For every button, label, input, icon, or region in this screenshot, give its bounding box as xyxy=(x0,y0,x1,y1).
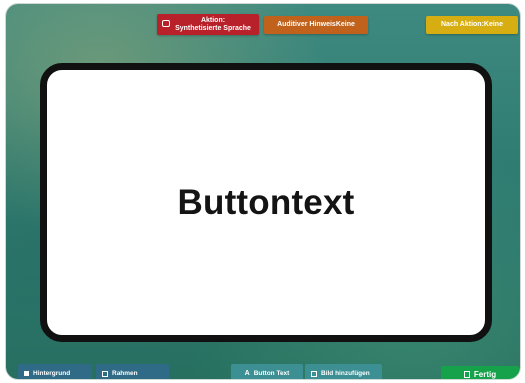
frame-label: Rahmen xyxy=(112,370,138,377)
done-label: Fertig xyxy=(473,370,497,379)
speech-bubble-icon xyxy=(162,20,170,27)
button-card-text: Buttontext xyxy=(177,182,355,222)
add-image-label: Bild hinzufügen xyxy=(321,370,370,377)
frame-icon xyxy=(102,370,108,377)
button-text-label: Button Text xyxy=(253,370,290,377)
frame-button[interactable]: Rahmen xyxy=(96,364,169,379)
after-action-label: Nach Aktion:Keine xyxy=(441,21,503,28)
background-button[interactable]: Hintergrund xyxy=(18,364,92,379)
editor-screen: Aktion: Synthetisierte Sprache Auditiver… xyxy=(6,4,520,379)
text-icon: A xyxy=(244,370,250,377)
add-image-button[interactable]: Bild hinzufügen xyxy=(305,364,382,379)
audio-hint-button[interactable]: Auditiver HinweisKeine xyxy=(264,16,368,34)
done-button[interactable]: Fertig xyxy=(441,366,519,379)
image-icon xyxy=(311,370,317,377)
save-icon xyxy=(463,371,470,378)
action-button[interactable]: Aktion: Synthetisierte Sprache xyxy=(157,14,259,35)
button-text-button[interactable]: A Button Text xyxy=(231,364,303,379)
audio-hint-label: Auditiver HinweisKeine xyxy=(277,21,355,28)
button-card-preview[interactable]: Buttontext xyxy=(40,63,492,342)
action-button-label: Aktion: Synthetisierte Sprache xyxy=(175,16,251,32)
after-action-button[interactable]: Nach Aktion:Keine xyxy=(426,16,518,34)
background-label: Hintergrund xyxy=(33,370,71,377)
background-icon xyxy=(24,371,29,376)
